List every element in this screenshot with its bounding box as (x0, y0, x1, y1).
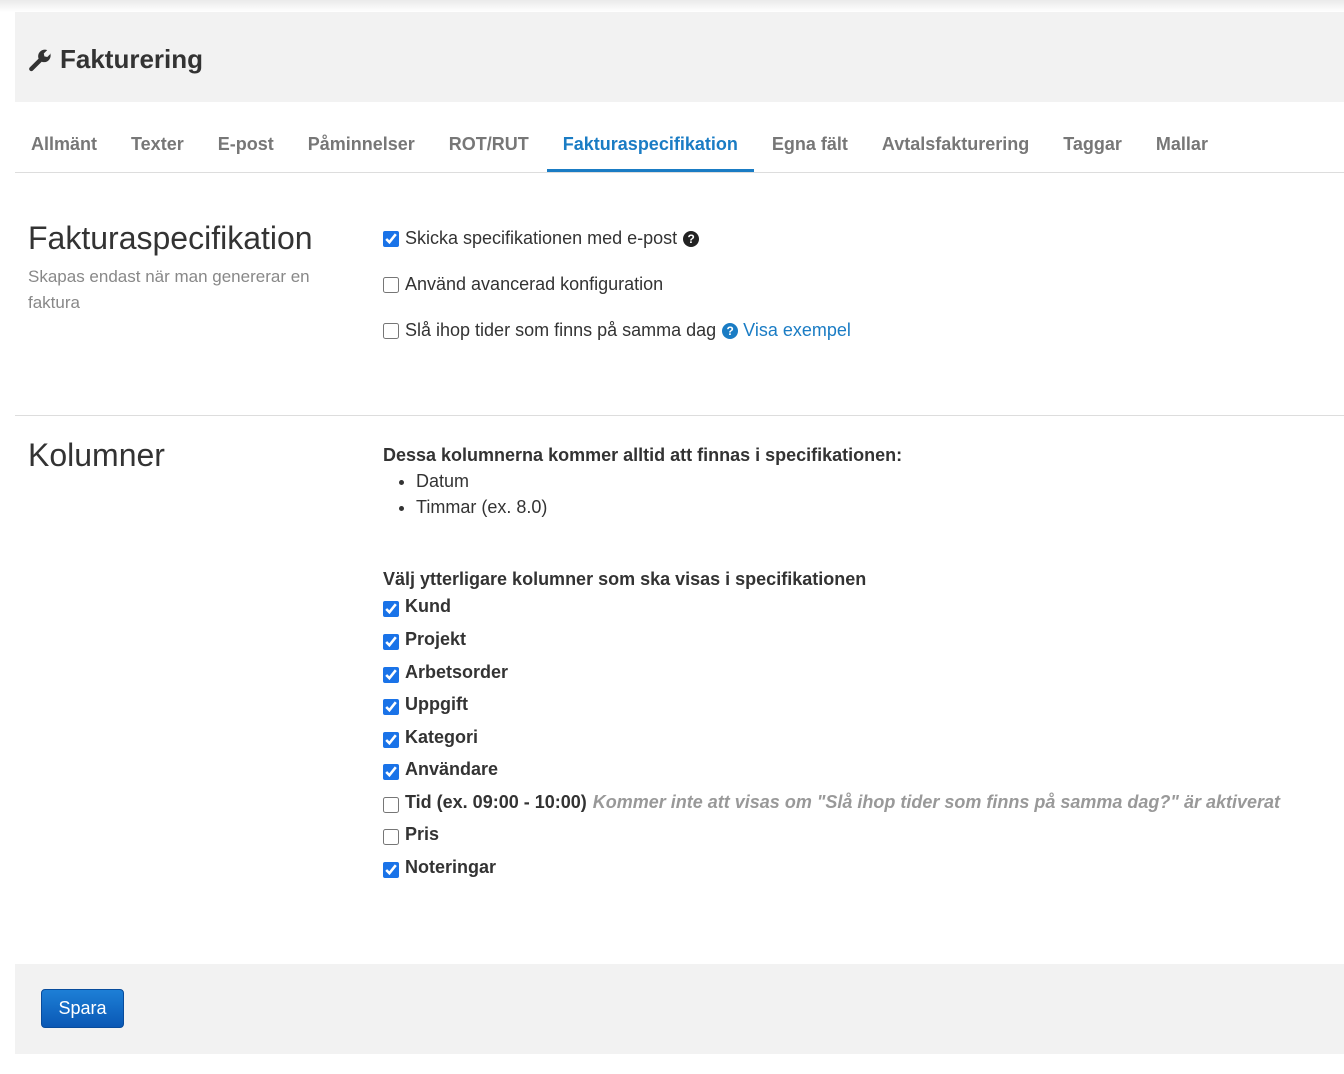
tab-bar: Allmänt Texter E-post Påminnelser ROT/RU… (15, 124, 1344, 173)
kund-checkbox[interactable] (383, 601, 399, 617)
projekt-checkbox[interactable] (383, 634, 399, 650)
page-title-text: Fakturering (60, 44, 204, 74)
page-header (15, 12, 1344, 102)
save-button[interactable]: Spara (41, 989, 124, 1028)
wrench-icon (29, 49, 51, 71)
show-example-link[interactable]: Visa exempel (743, 320, 851, 341)
tab-fakturaspecifikation[interactable]: Fakturaspecifikation (546, 124, 754, 172)
arbetsorder-label: Arbetsorder (405, 661, 509, 682)
question-icon[interactable]: ? (722, 322, 739, 339)
tid-label: Tid (ex. 09:00 - 10:00) (405, 791, 587, 812)
fixed-columns-heading: Dessa kolumnerna kommer alltid att finna… (383, 445, 903, 465)
column-option-tid[interactable]: Tid (ex. 09:00 - 10:00) Kommer inte att … (383, 791, 1280, 813)
pris-checkbox[interactable] (383, 829, 399, 845)
tab-avtalsfakturering[interactable]: Avtalsfakturering (866, 124, 1045, 171)
column-option-projekt[interactable]: Projekt (383, 628, 466, 650)
tab-mallar[interactable]: Mallar (1140, 124, 1224, 171)
column-option-uppgift[interactable]: Uppgift (383, 693, 468, 715)
list-item: Timmar (ex. 8.0) (416, 494, 547, 520)
noteringar-label: Noteringar (405, 856, 497, 877)
option-advanced-config[interactable]: Använd avancerad konfiguration (383, 274, 663, 295)
kategori-label: Kategori (405, 726, 479, 747)
anvandare-checkbox[interactable] (383, 764, 399, 780)
noteringar-checkbox[interactable] (383, 862, 399, 878)
kategori-checkbox[interactable] (383, 732, 399, 748)
tab-epost[interactable]: E-post (202, 124, 290, 171)
pris-label: Pris (405, 823, 440, 844)
columns-section-title: Kolumner (28, 437, 165, 473)
option-merge-times[interactable]: Slå ihop tider som finns på samma dag ? … (383, 320, 851, 341)
extra-columns-heading: Välj ytterligare kolumner som ska visas … (383, 569, 867, 589)
section-divider (15, 415, 1344, 416)
fixed-columns-list: Datum Timmar (ex. 8.0) (383, 468, 547, 520)
list-item: Datum (416, 468, 547, 494)
column-option-kund[interactable]: Kund (383, 595, 451, 617)
question-icon[interactable]: ? (683, 230, 700, 247)
send-email-label: Skicka specifikationen med e-post (405, 228, 678, 248)
kund-label: Kund (405, 595, 451, 616)
column-option-noteringar[interactable]: Noteringar (383, 856, 496, 878)
tab-paminnelser[interactable]: Påminnelser (292, 124, 431, 171)
tab-texter[interactable]: Texter (115, 124, 200, 171)
tab-allmant[interactable]: Allmänt (15, 124, 113, 171)
advanced-config-label: Använd avancerad konfiguration (405, 274, 664, 294)
merge-times-checkbox[interactable] (383, 322, 399, 339)
tid-note: Kommer inte att visas om "Slå ihop tider… (592, 791, 1281, 812)
uppgift-label: Uppgift (405, 693, 468, 714)
advanced-config-checkbox[interactable] (383, 276, 399, 293)
column-option-kategori[interactable]: Kategori (383, 726, 478, 748)
option-send-email[interactable]: Skicka specifikationen med e-post ? (383, 228, 700, 249)
spec-section-title: Fakturaspecifikation (28, 220, 313, 256)
spec-section-subtitle: Skapas endast när man genererar en faktu… (28, 267, 310, 312)
tab-taggar[interactable]: Taggar (1047, 124, 1138, 171)
projekt-label: Projekt (405, 628, 467, 649)
footer-panel (15, 964, 1344, 1054)
column-option-anvandare[interactable]: Användare (383, 758, 498, 780)
uppgift-checkbox[interactable] (383, 699, 399, 715)
send-email-checkbox[interactable] (383, 230, 399, 247)
column-option-pris[interactable]: Pris (383, 823, 439, 845)
tab-rotrut[interactable]: ROT/RUT (433, 124, 545, 171)
merge-times-label: Slå ihop tider som finns på samma dag (405, 320, 717, 340)
tab-egna-falt[interactable]: Egna fält (756, 124, 864, 171)
tid-checkbox[interactable] (383, 797, 399, 813)
anvandare-label: Användare (405, 758, 499, 779)
column-option-arbetsorder[interactable]: Arbetsorder (383, 661, 508, 683)
page-title: Fakturering (28, 44, 203, 75)
arbetsorder-checkbox[interactable] (383, 667, 399, 683)
top-shadow (0, 0, 1344, 12)
